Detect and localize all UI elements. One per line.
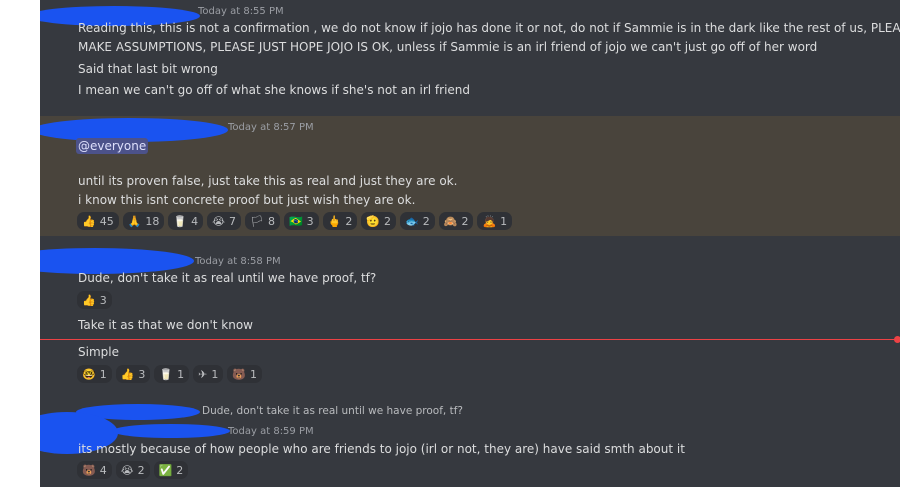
chat-message-list: Today at 8:55 PM Reading this, this is n… xyxy=(40,0,900,487)
reaction-pill[interactable]: 🏳 8 xyxy=(244,212,280,230)
message-text-line: Simple xyxy=(78,345,119,359)
everyone-mention[interactable]: @everyone xyxy=(76,138,149,154)
reaction-emoji: 🇧🇷 xyxy=(288,214,303,228)
reply-preview[interactable]: Dude, don't take it as real until we hav… xyxy=(202,405,463,417)
message-timestamp: Today at 8:55 PM xyxy=(198,6,284,17)
reaction-count: 4 xyxy=(191,214,199,228)
reaction-pill[interactable]: 🇧🇷 3 xyxy=(283,212,319,230)
reaction-count: 2 xyxy=(422,214,430,228)
reaction-count: 45 xyxy=(99,214,114,228)
reaction-emoji: 🐟 xyxy=(405,214,419,228)
reaction-emoji: 👍 xyxy=(82,214,96,228)
reaction-emoji: 🙇 xyxy=(482,214,497,228)
reaction-bar: 🐻 4 😭 2 ✅ 2 xyxy=(77,461,189,479)
reaction-count: 1 xyxy=(500,214,508,228)
reaction-pill[interactable]: 🙈 2 xyxy=(438,212,474,230)
reaction-pill[interactable]: 🙏 18 xyxy=(122,212,165,230)
reaction-pill[interactable]: 😭 7 xyxy=(207,212,241,230)
reaction-count: 8 xyxy=(267,214,275,228)
reaction-count: 3 xyxy=(306,214,314,228)
reaction-bar: 🤓 1 👍 3 🥛 1 ✈ 1 🐻 1 xyxy=(77,365,263,383)
reaction-emoji: 🐻 xyxy=(232,367,247,381)
reaction-pill[interactable]: 👍 3 xyxy=(77,291,112,309)
reaction-count: 18 xyxy=(145,214,160,228)
message-text-line: MAKE ASSUMPTIONS, PLEASE JUST HOPE JOJO … xyxy=(78,40,818,54)
reaction-pill[interactable]: 🐟 2 xyxy=(400,212,435,230)
reaction-count: 1 xyxy=(250,367,258,381)
message-timestamp: Today at 8:58 PM xyxy=(195,256,281,267)
reaction-emoji: 😭 xyxy=(120,463,134,477)
message-text-line: its mostly because of how people who are… xyxy=(78,442,685,456)
new-messages-divider xyxy=(40,339,898,340)
reaction-emoji: 🐻 xyxy=(82,463,96,477)
reaction-pill[interactable]: ✈ 1 xyxy=(193,365,224,383)
reaction-emoji: 😭 xyxy=(212,214,225,228)
reaction-count: 7 xyxy=(228,214,236,228)
reaction-count: 1 xyxy=(99,367,107,381)
message-text-line: Take it as that we don't know xyxy=(78,318,253,332)
reaction-bar: 👍 3 xyxy=(77,291,112,309)
reaction-emoji: 👍 xyxy=(120,367,135,381)
reaction-count: 3 xyxy=(99,293,107,307)
reaction-emoji: 🤓 xyxy=(82,367,96,381)
reaction-pill[interactable]: 🐻 1 xyxy=(227,365,263,383)
reaction-count: 4 xyxy=(99,463,107,477)
message-text-line: Said that last bit wrong xyxy=(78,62,218,76)
new-messages-divider-cap xyxy=(894,336,900,343)
reaction-emoji: 🙈 xyxy=(443,214,458,228)
reaction-emoji: ✈ xyxy=(198,367,208,381)
reaction-emoji: 🙏 xyxy=(127,214,142,228)
message-text-line: i know this isnt concrete proof but just… xyxy=(78,193,416,207)
reaction-emoji: 🥛 xyxy=(159,367,174,381)
message-text-line: until its proven false, just take this a… xyxy=(78,174,458,188)
message-text-line: Reading this, this is not a confirmation… xyxy=(78,21,900,35)
reaction-emoji: 🫡 xyxy=(366,214,381,228)
reaction-pill[interactable]: 🥛 1 xyxy=(154,365,190,383)
reaction-emoji: 🏳 xyxy=(249,214,264,228)
reaction-emoji: 👍 xyxy=(82,293,96,307)
reaction-count: 2 xyxy=(384,214,392,228)
reaction-count: 2 xyxy=(137,463,145,477)
reaction-count: 2 xyxy=(176,463,184,477)
reaction-count: 3 xyxy=(138,367,146,381)
reaction-pill[interactable]: ✅ 2 xyxy=(153,461,189,479)
reaction-pill[interactable]: 🙇 1 xyxy=(477,212,513,230)
reaction-pill[interactable]: 🐻 4 xyxy=(77,461,112,479)
reaction-pill[interactable]: 🫡 2 xyxy=(361,212,397,230)
reaction-count: 1 xyxy=(177,367,185,381)
message-text-line: I mean we can't go off of what she knows… xyxy=(78,83,471,97)
reaction-count: 2 xyxy=(461,214,469,228)
message-timestamp: Today at 8:59 PM xyxy=(228,426,314,437)
redacted-username-scribble xyxy=(112,424,230,438)
reaction-pill[interactable]: 👍 3 xyxy=(115,365,151,383)
reaction-pill[interactable]: 😭 2 xyxy=(115,461,150,479)
message-text-line: Dude, don't take it as real until we hav… xyxy=(78,271,377,285)
reaction-emoji: 🖕 xyxy=(327,214,342,228)
reaction-bar: 👍 45 🙏 18 🥛 4 😭 7 🏳 8 🇧🇷 3 🖕 2 🫡 2 🐟 2 🙈 2 🙇 1 xyxy=(77,212,513,230)
reaction-pill[interactable]: 🖕 2 xyxy=(322,212,358,230)
reaction-emoji: 🥛 xyxy=(173,214,188,228)
message-timestamp: Today at 8:57 PM xyxy=(228,122,314,133)
reaction-count: 1 xyxy=(211,367,219,381)
reaction-pill[interactable]: 👍 45 xyxy=(77,212,119,230)
reaction-pill[interactable]: 🥛 4 xyxy=(168,212,204,230)
reaction-emoji: ✅ xyxy=(158,463,173,477)
reaction-count: 2 xyxy=(345,214,353,228)
reaction-pill[interactable]: 🤓 1 xyxy=(77,365,112,383)
